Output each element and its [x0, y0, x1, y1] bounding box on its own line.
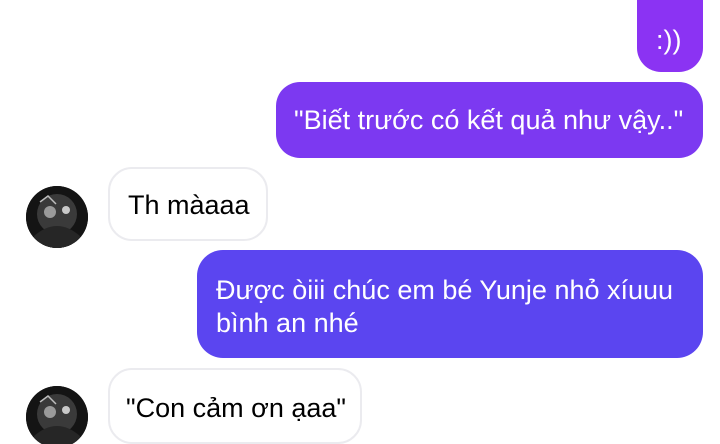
message-text: "Biết trước có kết quả như vậy.."	[294, 105, 684, 135]
contact-avatar[interactable]	[26, 186, 88, 248]
outgoing-message-bubble[interactable]: "Biết trước có kết quả như vậy.."	[276, 82, 703, 158]
incoming-message-bubble[interactable]: "Con cảm ơn ạaa"	[108, 368, 362, 444]
contact-avatar-photo	[26, 386, 88, 444]
message-text: :))	[656, 25, 682, 55]
outgoing-message-bubble[interactable]: Được òiii chúc em bé Yunje nhỏ xíuuu bìn…	[197, 250, 703, 358]
contact-avatar[interactable]	[26, 386, 88, 444]
incoming-message-bubble[interactable]: Th màaaa	[108, 167, 268, 241]
contact-avatar-photo	[26, 186, 88, 248]
chat-thread: :)) "Biết trước có kết quả như vậy.." Th…	[0, 0, 720, 444]
message-text: Được òiii chúc em bé Yunje nhỏ xíuuu bìn…	[216, 275, 674, 338]
outgoing-message-bubble[interactable]: :))	[637, 0, 703, 72]
message-text: Th màaaa	[128, 190, 250, 220]
message-text: "Con cảm ơn ạaa"	[126, 393, 346, 423]
